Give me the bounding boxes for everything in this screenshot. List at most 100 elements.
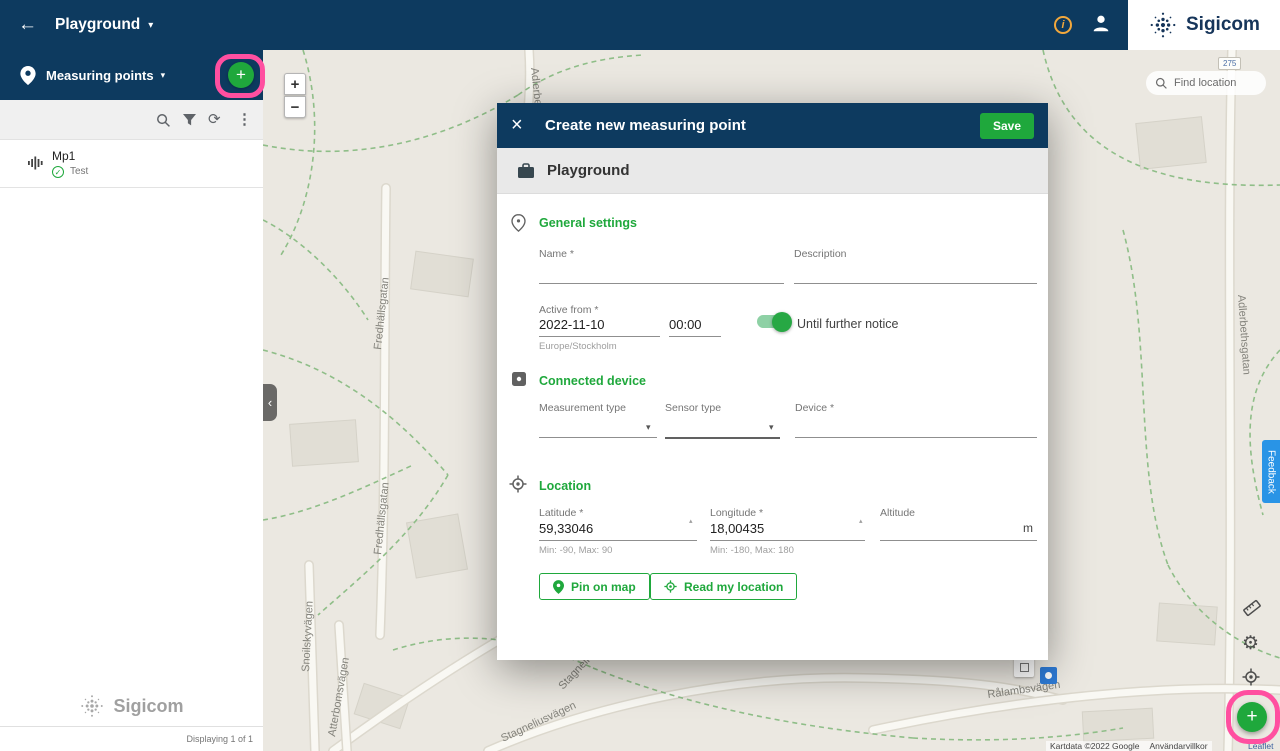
longitude-label: Longitude * [710, 507, 763, 519]
name-field[interactable] [539, 283, 784, 284]
back-arrow-icon[interactable]: ← [18, 14, 37, 36]
info-button[interactable]: i [1054, 16, 1072, 34]
connected-device-title: Connected device [539, 374, 646, 388]
find-location-search[interactable]: Find location [1146, 71, 1266, 95]
refresh-button[interactable]: ⟳ [208, 112, 221, 128]
gear-icon: ⚙ [1242, 633, 1259, 654]
chevron-down-icon[interactable]: ▾ [148, 20, 153, 31]
toggle-thumb [772, 312, 792, 332]
search-icon [156, 113, 171, 128]
pin-icon [553, 580, 564, 594]
altitude-unit: m [1023, 521, 1033, 535]
briefcase-icon [517, 162, 535, 179]
filter-funnel-icon [183, 114, 196, 127]
kebab-menu-icon: ⋮ [237, 111, 252, 128]
sidebar-collapse-handle[interactable]: ‹ [263, 384, 277, 421]
road-number-badge: 275 [1218, 57, 1241, 70]
zoom-in-button[interactable]: + [284, 73, 306, 95]
measuring-point-list-item[interactable]: Mp1 ✓ Test [0, 140, 263, 188]
dialog-header: × Create new measuring point Save [497, 103, 1048, 148]
location-title: Location [539, 479, 591, 493]
measurement-type-select[interactable] [539, 437, 657, 438]
latitude-field[interactable]: 59,33046 [539, 521, 593, 536]
sigicom-logo-icon [1148, 10, 1178, 40]
refresh-icon: ⟳ [208, 111, 221, 128]
brand-area: Sigicom [1128, 0, 1280, 50]
marker-dot [1045, 672, 1052, 679]
description-field[interactable] [794, 283, 1037, 284]
create-measuring-point-dialog: × Create new measuring point Save Playgr… [497, 103, 1048, 660]
device-icon [511, 371, 527, 387]
read-my-location-label: Read my location [684, 580, 783, 594]
filter-button[interactable] [183, 114, 196, 132]
until-further-notice-toggle[interactable] [757, 315, 789, 328]
map-data-credit: Kartdata ©2022 Google [1050, 741, 1139, 751]
measure-tool-button[interactable] [1242, 598, 1262, 623]
measuring-point-status: Test [70, 166, 88, 177]
pin-on-map-label: Pin on map [571, 580, 636, 594]
list-count-label: Displaying 1 of 1 [186, 734, 253, 744]
account-button[interactable] [1090, 12, 1112, 39]
pin-on-map-button[interactable]: Pin on map [539, 573, 650, 600]
more-options-button[interactable]: ⋮ [237, 112, 252, 128]
sidebar-footer-brand: Sigicom [113, 696, 183, 717]
zoom-out-button[interactable]: − [284, 96, 306, 118]
leaflet-credit[interactable]: Leaflet [1248, 741, 1274, 751]
add-measuring-point-button[interactable]: + [228, 62, 254, 88]
close-icon[interactable]: × [511, 114, 535, 137]
map-control-button[interactable] [1014, 657, 1034, 677]
terms-link[interactable]: Användarvillkor [1149, 741, 1207, 751]
add-on-map-fab[interactable]: + [1237, 702, 1267, 732]
sigicom-logo-icon [79, 693, 105, 719]
dialog-project-name: Playground [547, 162, 630, 179]
longitude-field[interactable]: 18,00435 [710, 521, 764, 536]
active-from-date-field[interactable]: 2022-11-10 [539, 317, 605, 332]
until-further-notice-label: Until further notice [797, 317, 898, 331]
sidebar-title[interactable]: Measuring points [46, 68, 154, 83]
divider [0, 726, 263, 727]
pin-icon [511, 214, 526, 232]
sensor-type-select[interactable] [665, 437, 780, 439]
general-settings-title: General settings [539, 216, 637, 230]
save-button[interactable]: Save [980, 113, 1034, 139]
number-stepper-icon[interactable]: ▴ [859, 517, 863, 525]
active-from-time-underline [669, 336, 721, 337]
map-settings-button[interactable]: ⚙ [1242, 632, 1259, 655]
search-button[interactable] [156, 113, 171, 133]
active-from-time-field[interactable]: 00:00 [669, 317, 702, 332]
latitude-underline [539, 540, 697, 541]
map-marker-control[interactable] [1040, 667, 1057, 684]
measurement-type-label: Measurement type [539, 402, 626, 414]
map-attribution: Kartdata ©2022 Google Användarvillkor [1046, 741, 1212, 751]
location-crosshair-icon [509, 475, 527, 493]
read-my-location-button[interactable]: Read my location [650, 573, 797, 600]
check-circle-icon: ✓ [52, 166, 64, 178]
timezone-label: Europe/Stockholm [539, 341, 617, 352]
map-control-glyph [1020, 663, 1029, 672]
name-label: Name * [539, 248, 574, 260]
project-title[interactable]: Playground [55, 16, 140, 34]
brand-name: Sigicom [1186, 14, 1260, 36]
my-location-button[interactable] [1242, 668, 1260, 691]
feedback-tab[interactable]: Feedback [1262, 440, 1280, 503]
gps-crosshair-icon [1242, 668, 1260, 686]
sensor-type-label: Sensor type [665, 402, 721, 414]
longitude-hint: Min: -180, Max: 180 [710, 545, 794, 556]
find-location-label: Find location [1174, 77, 1236, 89]
ruler-icon [1242, 598, 1262, 618]
gps-crosshair-icon [664, 580, 677, 593]
chevron-down-icon[interactable]: ▾ [769, 422, 774, 433]
sidebar: Measuring points ▾ + ⟳ ⋮ [0, 50, 263, 751]
chevron-down-icon[interactable]: ▾ [646, 422, 651, 433]
measuring-point-name: Mp1 [52, 149, 75, 163]
active-from-date-underline [539, 336, 660, 337]
search-icon [1155, 77, 1168, 90]
topbar: ← Playground ▾ i [0, 0, 1280, 50]
active-from-label: Active from * [539, 304, 599, 316]
device-field[interactable] [795, 437, 1037, 438]
chevron-down-icon[interactable]: ▾ [161, 70, 166, 81]
number-stepper-icon[interactable]: ▴ [689, 517, 693, 525]
altitude-label: Altitude [880, 507, 915, 519]
altitude-field[interactable] [880, 540, 1037, 541]
sidebar-toolbar: ⟳ ⋮ [0, 100, 263, 140]
